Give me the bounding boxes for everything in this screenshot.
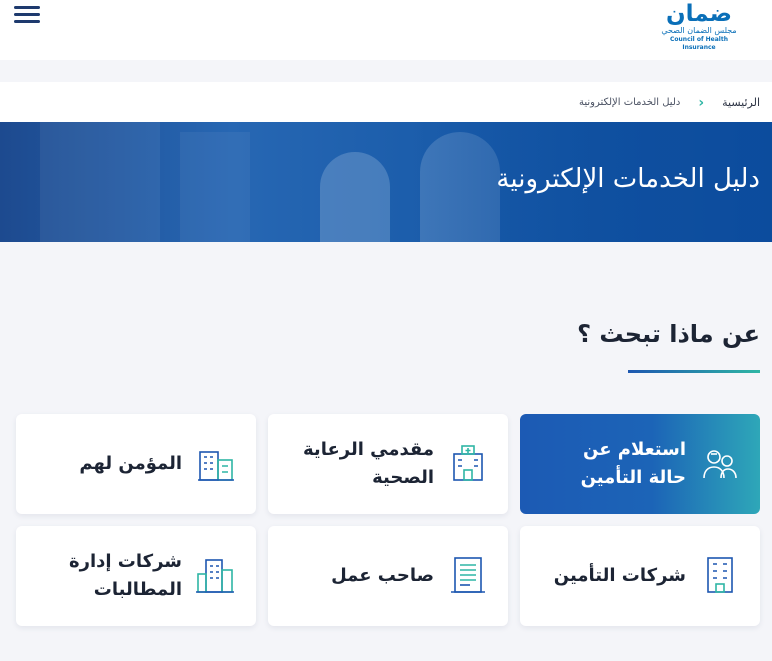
council-logo[interactable]: ضمان مجلس الضمان الصحي Council of Health… (654, 1, 744, 51)
hamburger-menu-icon[interactable] (14, 6, 40, 24)
breadcrumb-home-link[interactable]: الرئيسية (722, 96, 760, 109)
card-label: مقدمي الرعاية الصحية (303, 439, 434, 488)
city-buildings-icon (198, 451, 234, 481)
card-insurance-status-inquiry[interactable]: استعلام عن حالة التأمين (520, 414, 760, 514)
breadcrumb-current: دليل الخدمات الإلكترونية (578, 97, 681, 108)
card-label: صاحب عمل (331, 565, 434, 586)
logo-arabic-name: مجلس الضمان الصحي (661, 26, 737, 35)
card-insurance-companies[interactable]: شركات التأمين (520, 526, 760, 626)
document-icon (451, 557, 485, 593)
card-claims-management-companies[interactable]: شركات إدارة المطالبات (16, 526, 256, 626)
card-label: شركات التأمين (553, 565, 686, 586)
card-healthcare-providers[interactable]: مقدمي الرعاية الصحية (268, 414, 508, 514)
logo-english-name: Council of Health Insurance (670, 36, 728, 51)
card-label: المؤمن لهم (79, 453, 182, 474)
office-building-icon (707, 557, 733, 593)
card-label: شركات إدارة المطالبات (68, 551, 182, 600)
site-header: ضمان مجلس الضمان الصحي Council of Health… (0, 0, 772, 60)
hospital-icon (453, 445, 483, 481)
card-employer[interactable]: صاحب عمل (268, 526, 508, 626)
section-title: عن ماذا تبحث ؟ (577, 320, 760, 348)
breadcrumb: الرئيسية ‹ دليل الخدمات الإلكترونية (578, 94, 760, 111)
logo-wordmark: ضمان (666, 1, 733, 27)
card-label: استعلام عن حالة التأمين (580, 439, 686, 488)
page-title: دليل الخدمات الإلكترونية (496, 164, 760, 194)
breadcrumb-bar: الرئيسية ‹ دليل الخدمات الإلكترونية (0, 82, 772, 122)
hero-banner: دليل الخدمات الإلكترونية (0, 122, 772, 242)
chevron-left-icon: ‹ (698, 94, 705, 111)
company-buildings-icon (196, 559, 234, 593)
title-underline (628, 370, 760, 373)
people-icon (703, 450, 737, 479)
card-insured[interactable]: المؤمن لهم (16, 414, 256, 514)
